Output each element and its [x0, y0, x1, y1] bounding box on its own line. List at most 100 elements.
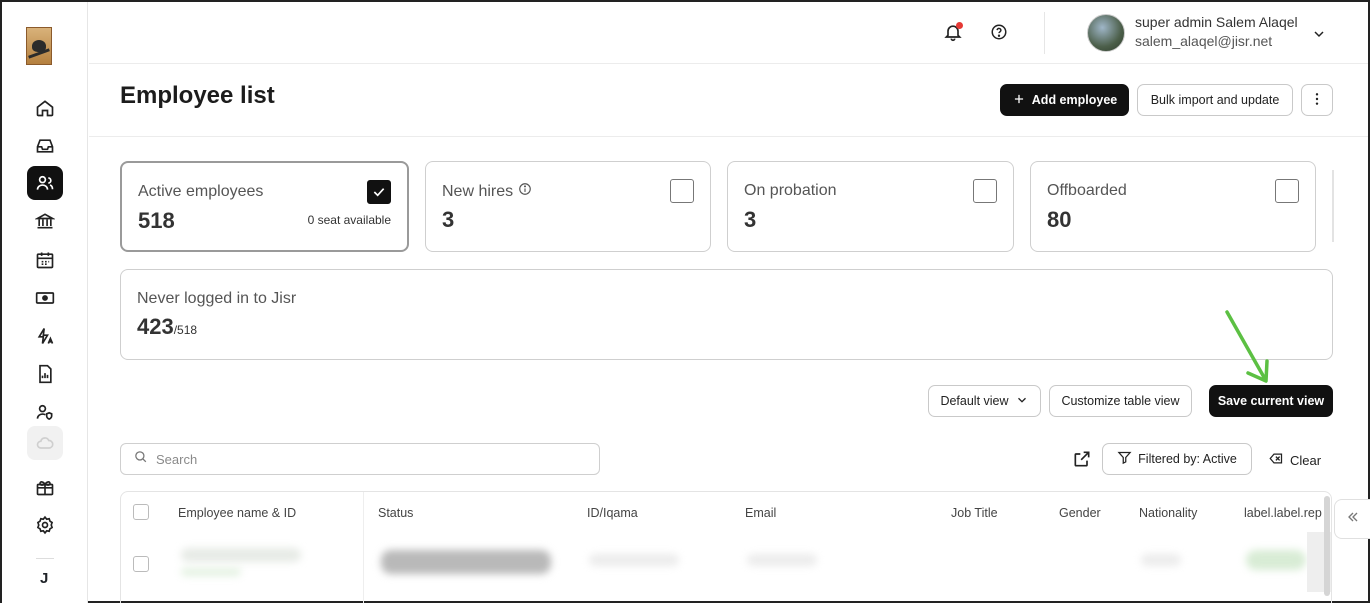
column-header-id-iqama[interactable]: ID/Iqama — [587, 506, 638, 520]
stat-card-offboarded[interactable]: Offboarded 80 — [1030, 161, 1316, 252]
annotation-arrow-icon — [1225, 310, 1269, 383]
jisr-logo-letter[interactable]: J — [40, 570, 48, 587]
kebab-menu-icon — [1309, 91, 1325, 110]
default-view-label: Default view — [940, 394, 1009, 408]
gift-icon[interactable] — [27, 470, 63, 504]
company-logo[interactable] — [26, 27, 52, 65]
info-icon[interactable] — [518, 182, 532, 201]
stat-card-new-hires[interactable]: New hires 3 — [425, 161, 711, 252]
stat-card-checkbox[interactable] — [1275, 179, 1299, 203]
total-count: /518 — [173, 323, 198, 337]
more-options-button[interactable] — [1301, 84, 1333, 116]
chevron-down-icon[interactable] — [1311, 26, 1327, 42]
stat-card-checkbox[interactable] — [367, 180, 391, 204]
search-box[interactable] — [120, 443, 600, 475]
stat-card-checkbox[interactable] — [670, 179, 694, 203]
save-current-view-button[interactable]: Save current view — [1209, 385, 1333, 417]
stat-card-label: Never logged in to Jisr — [137, 290, 297, 307]
customize-table-view-button[interactable]: Customize table view — [1049, 385, 1192, 417]
column-header-label[interactable]: label.label.rep — [1244, 506, 1324, 520]
select-all-checkbox[interactable] — [133, 504, 149, 520]
row-checkbox[interactable] — [133, 556, 149, 572]
filter-label: Filtered by: Active — [1138, 452, 1237, 466]
skull-logo-icon — [32, 40, 46, 52]
stat-card-checkbox[interactable] — [973, 179, 997, 203]
sidebar-divider — [36, 558, 54, 559]
checkmark-icon — [373, 188, 385, 197]
cash-icon[interactable] — [27, 281, 63, 315]
expand-panel-button[interactable] — [1334, 499, 1370, 539]
stat-card-value: 80 — [1047, 207, 1072, 232]
column-header-email[interactable]: Email — [745, 506, 776, 520]
search-icon — [133, 449, 148, 469]
page-title: Employee list — [120, 82, 275, 109]
stat-card-label-text: New hires — [442, 182, 514, 200]
inbox-icon[interactable] — [27, 129, 63, 163]
automation-icon[interactable] — [27, 319, 63, 353]
stat-card-label: On probation — [744, 182, 837, 199]
clear-label: Clear — [1290, 452, 1322, 468]
column-header-employee[interactable]: Employee name & ID — [178, 506, 296, 520]
cloud-icon[interactable] — [27, 426, 63, 460]
stat-card-value: 3 — [744, 207, 757, 232]
column-header-status[interactable]: Status — [378, 506, 413, 520]
export-icon[interactable] — [1072, 449, 1092, 469]
notification-bell-icon[interactable] — [943, 22, 963, 42]
stat-card-label: Active employees — [138, 183, 264, 200]
notification-dot — [956, 22, 963, 29]
filter-button[interactable]: Filtered by: Active — [1102, 443, 1252, 475]
stat-card-value: 3 — [442, 207, 455, 232]
stat-card-never-logged-in[interactable]: Never logged in to Jisr 423/518 — [120, 269, 1333, 360]
redacted-nationality — [1141, 554, 1181, 566]
default-view-dropdown[interactable]: Default view — [928, 385, 1041, 417]
save-view-label: Save current view — [1217, 394, 1325, 408]
next-card-edge — [1332, 170, 1334, 242]
clear-filters-button[interactable]: Clear — [1269, 451, 1321, 469]
bulk-import-label: Bulk import and update — [1150, 93, 1280, 107]
header-divider — [89, 136, 1368, 137]
column-header-job-title[interactable]: Job Title — [951, 506, 998, 520]
chevron-down-icon — [1015, 393, 1029, 410]
add-employee-label: Add employee — [1031, 93, 1118, 107]
column-header-nationality[interactable]: Nationality — [1139, 506, 1197, 520]
redacted-label — [1246, 550, 1306, 570]
stat-card-value: 423/518 — [137, 314, 197, 340]
bulk-import-button[interactable]: Bulk import and update — [1137, 84, 1293, 116]
avatar[interactable] — [1087, 14, 1125, 52]
stat-card-label: Offboarded — [1047, 182, 1127, 199]
redacted-status — [381, 550, 551, 574]
search-input[interactable] — [156, 451, 576, 467]
seat-availability-note: 0 seat available — [307, 213, 391, 227]
employees-icon[interactable] — [27, 166, 63, 200]
double-chevron-left-icon — [1345, 509, 1361, 530]
stat-card-label: New hires — [442, 182, 532, 201]
plus-icon — [1012, 92, 1026, 109]
home-icon[interactable] — [27, 91, 63, 125]
sidebar: J — [2, 2, 88, 603]
bank-icon[interactable] — [27, 204, 63, 238]
never-logged-count: 423 — [137, 314, 174, 339]
user-shield-icon[interactable] — [27, 395, 63, 429]
stat-card-value: 518 — [138, 208, 175, 233]
employee-table: Employee name & ID Status ID/Iqama Email… — [120, 491, 1332, 603]
stat-card-on-probation[interactable]: On probation 3 — [727, 161, 1014, 252]
table-scrollbar[interactable] — [1324, 496, 1330, 596]
redacted-email — [747, 554, 817, 566]
stat-card-active-employees[interactable]: Active employees 518 0 seat available — [120, 161, 409, 252]
filter-funnel-icon — [1117, 450, 1132, 468]
column-header-gender[interactable]: Gender — [1059, 506, 1101, 520]
redacted-name — [181, 548, 301, 562]
clear-x-icon — [1269, 451, 1284, 469]
redacted-id — [181, 568, 241, 576]
topbar-divider — [1044, 12, 1045, 54]
redacted-id-iqama — [589, 554, 679, 566]
help-icon[interactable] — [990, 23, 1008, 41]
column-divider — [363, 492, 364, 603]
report-icon[interactable] — [27, 357, 63, 391]
settings-gear-icon[interactable] — [27, 508, 63, 542]
user-name: super admin Salem Alaqel — [1135, 14, 1298, 30]
calendar-icon[interactable] — [27, 243, 63, 277]
user-email: salem_alaqel@jisr.net — [1135, 33, 1273, 49]
add-employee-button[interactable]: Add employee — [1000, 84, 1129, 116]
top-bar: super admin Salem Alaqel salem_alaqel@ji… — [89, 2, 1368, 64]
